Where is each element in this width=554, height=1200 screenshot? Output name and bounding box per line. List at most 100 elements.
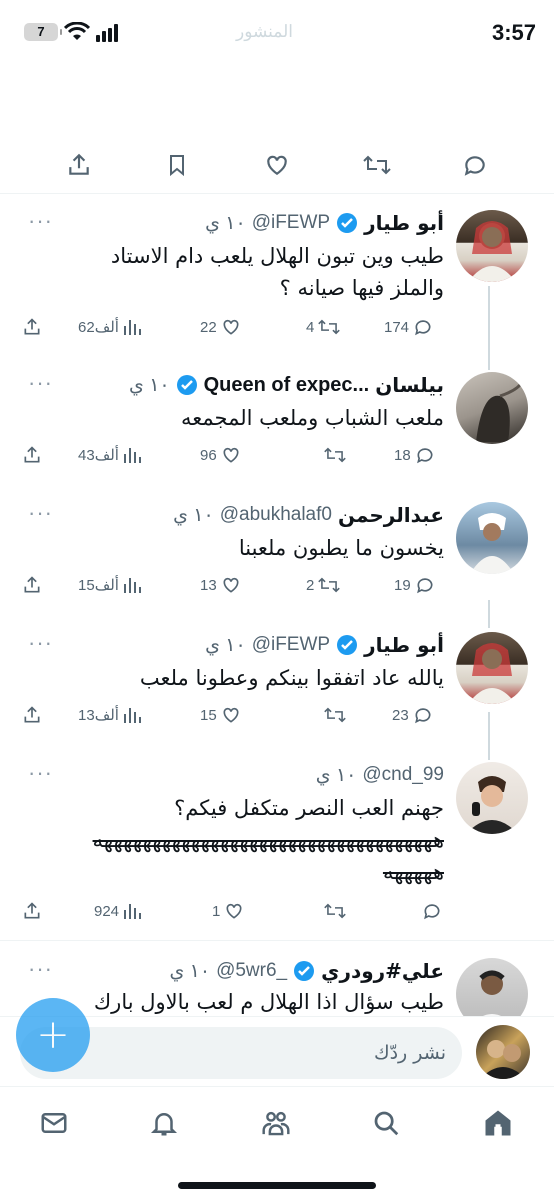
avatar[interactable] [456, 762, 528, 834]
thread-line [488, 600, 490, 628]
like-button[interactable]: 13 [200, 572, 241, 598]
search-icon [374, 1111, 399, 1136]
retweet-button[interactable]: 4 [306, 314, 341, 340]
retweet-icon [324, 707, 346, 723]
more-icon[interactable]: ··· [28, 500, 53, 526]
tab-messages[interactable] [36, 1105, 72, 1141]
share-button[interactable] [64, 150, 94, 180]
tweet-age: ١٠ ي [169, 960, 211, 982]
share-button[interactable] [22, 314, 42, 340]
tweet-text: طيب وين تبون الهلال يلعب دام الاستاد وال… [20, 240, 444, 304]
views-icon [123, 708, 141, 723]
heart-icon [223, 577, 239, 593]
home-indicator [178, 1182, 376, 1189]
reply-button[interactable]: 23 [392, 702, 433, 728]
more-icon[interactable]: ··· [28, 208, 53, 234]
reply-button[interactable]: 19 [394, 572, 435, 598]
views-count: 62ألف [78, 319, 119, 336]
author-display-suffix[interactable]: Queen of expec... [204, 374, 370, 397]
reply-button[interactable] [418, 898, 442, 924]
share-button[interactable] [22, 898, 42, 924]
reply-button[interactable] [460, 150, 490, 180]
retweet-button[interactable] [320, 702, 346, 728]
tweet-text-line: طيب سؤال اذا الهلال م لعب بالاول بارك [93, 990, 444, 1014]
share-icon [24, 902, 40, 919]
views-icon [123, 578, 141, 593]
avatar[interactable] [456, 502, 528, 574]
share-icon [24, 318, 40, 335]
tab-notifications[interactable] [146, 1105, 182, 1141]
avatar[interactable] [456, 372, 528, 444]
share-button[interactable] [22, 572, 42, 598]
tab-home[interactable] [480, 1105, 516, 1141]
avatar[interactable] [476, 1025, 530, 1079]
tweet-text-line: يخسون ما يطبون ملعبنا [238, 536, 444, 560]
more-icon[interactable]: ··· [28, 760, 53, 786]
heart-icon [223, 319, 239, 335]
like-button[interactable]: 96 [200, 442, 241, 468]
views-button[interactable]: 43ألف [78, 442, 141, 468]
more-icon[interactable]: ··· [28, 956, 53, 982]
reply-icon [424, 904, 440, 920]
views-button[interactable]: 15ألف [78, 572, 141, 598]
retweet-button[interactable]: 2 [306, 572, 341, 598]
tweet-metrics: 13ألف 15 23 [22, 702, 444, 728]
tab-communities[interactable] [258, 1105, 294, 1141]
verified-badge-icon [294, 961, 315, 981]
author-handle[interactable]: @abukhalaf0 [220, 504, 332, 526]
author-handle[interactable]: @5wr6_ [216, 960, 287, 982]
author-name[interactable]: عبدالرحمن [338, 503, 444, 527]
like-button[interactable]: 15 [200, 702, 241, 728]
reply-icon [414, 708, 431, 724]
views-button[interactable]: 13ألف [78, 702, 141, 728]
author-name[interactable]: أبو طيار [364, 211, 444, 235]
verified-badge-icon [337, 213, 358, 233]
like-button[interactable] [262, 150, 292, 180]
wifi-icon [64, 22, 90, 40]
like-button[interactable]: 22 [200, 314, 241, 340]
reply-button[interactable]: 174 [384, 314, 433, 340]
battery-icon: 7 [24, 23, 62, 41]
tweet-age: ١٠ ي [205, 634, 246, 656]
avatar-image [466, 776, 518, 834]
like-button[interactable]: 1 [212, 898, 244, 924]
more-icon[interactable]: ··· [28, 370, 53, 396]
tab-search[interactable] [368, 1105, 404, 1141]
heart-icon [223, 707, 239, 723]
views-icon [123, 448, 141, 463]
tweet-text: جهنم العب النصر متكفل فيكم؟ هههههههههههه… [20, 792, 444, 888]
author-handle[interactable]: @cnd_99 [362, 764, 444, 786]
more-icon[interactable]: ··· [28, 630, 53, 656]
author-name[interactable]: علي#رودري [321, 959, 444, 983]
reply-icon [464, 156, 485, 176]
views-button[interactable]: 924 [94, 898, 142, 924]
tweet-metrics: 924 1 [22, 898, 444, 924]
author-name[interactable]: بيلسان [375, 373, 444, 397]
retweet-button[interactable] [362, 150, 392, 180]
author-handle[interactable]: @iFEWP [252, 634, 330, 656]
tweet-text: يالله عاد اتفقوا بينكم وعطونا ملعب [20, 662, 444, 694]
tweet-age: ١٠ ي [129, 374, 170, 396]
author-name[interactable]: أبو طيار [364, 633, 444, 657]
author-handle[interactable]: @iFEWP [252, 212, 330, 234]
battery-level: 7 [37, 24, 45, 39]
views-icon [124, 904, 142, 919]
share-button[interactable] [22, 702, 42, 728]
views-icon [123, 320, 141, 335]
share-icon [69, 153, 89, 175]
retweet-button[interactable] [320, 442, 346, 468]
tweet-text-line: والملز فيها صيانه ؟ [279, 276, 444, 300]
heart-icon [223, 447, 239, 463]
heart-icon [267, 155, 287, 175]
compose-button[interactable]: + [16, 998, 90, 1072]
retweet-button[interactable] [320, 898, 346, 924]
reply-button[interactable]: 18 [394, 442, 435, 468]
avatar-image [476, 381, 524, 442]
share-button[interactable] [22, 442, 42, 468]
bell-icon [150, 1113, 178, 1136]
avatar[interactable] [456, 632, 528, 704]
clock: 3:57 [491, 20, 536, 45]
bookmark-button[interactable] [162, 150, 192, 180]
views-button[interactable]: 62ألف [78, 314, 141, 340]
avatar[interactable] [456, 210, 528, 282]
